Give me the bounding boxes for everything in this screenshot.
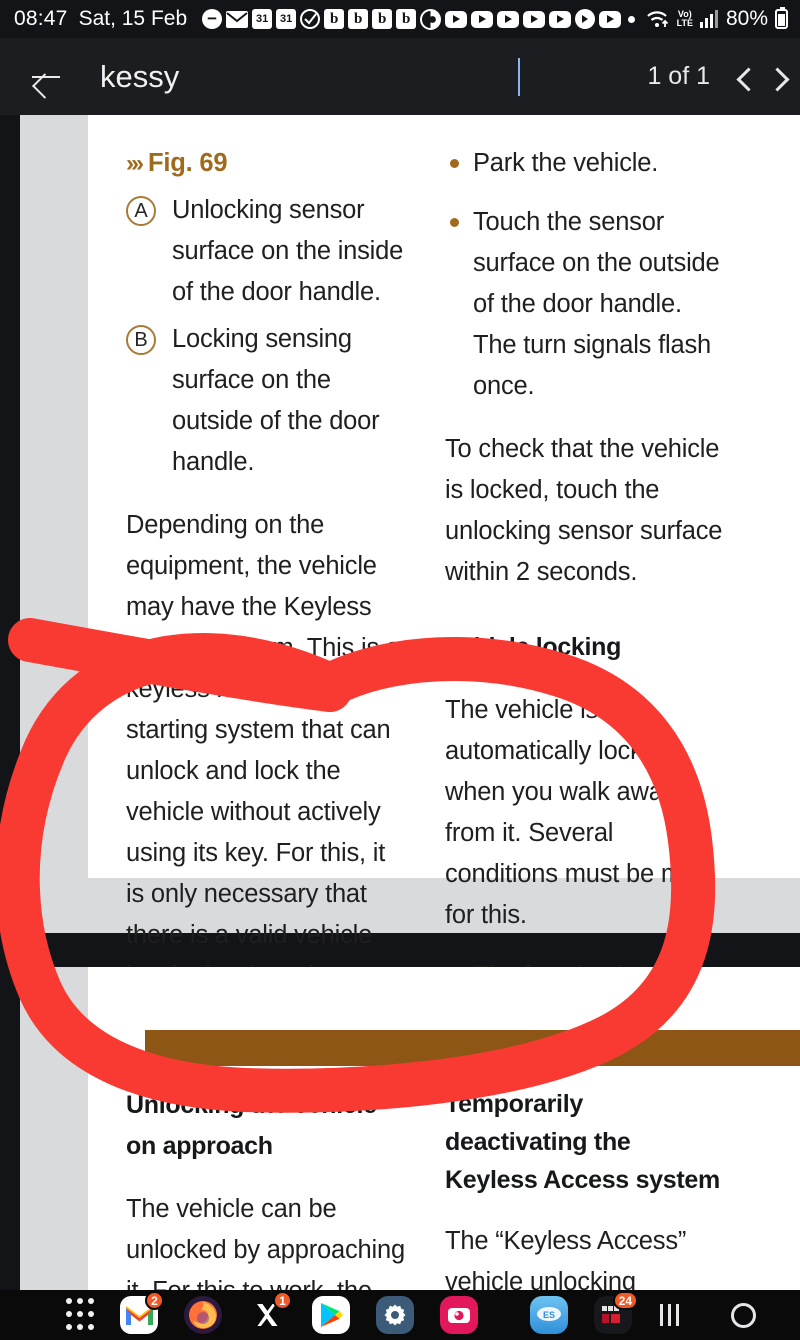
status-bar: 08:47 Sat, 15 Feb − 31 31 b b b b Vo) LT… xyxy=(0,0,800,38)
legend-item-b: B Locking sensing surface on the outside… xyxy=(126,319,405,483)
bbc-b-icon: b xyxy=(396,9,417,29)
paragraph-temp-deactivate: The “Keyless Access” vehicle unlocking f… xyxy=(445,1227,687,1290)
dot-icon xyxy=(628,15,636,23)
next-match-button[interactable] xyxy=(768,68,800,86)
svg-text:ES: ES xyxy=(543,1310,555,1320)
youtube-icon xyxy=(497,10,520,28)
x-twitter-icon[interactable]: 1 xyxy=(248,1291,292,1334)
paragraph-auto-lock: The vehicle is automatically locked when… xyxy=(445,696,703,929)
wifi-icon xyxy=(646,9,670,29)
status-notification-icons: − 31 31 b b b b xyxy=(202,8,638,30)
spotify-icon xyxy=(420,8,442,30)
page-header-bar xyxy=(145,1030,800,1066)
heading-line-1: Temporarily deactivating the Keyless Acc… xyxy=(445,1090,631,1194)
play-store-icon[interactable] xyxy=(312,1296,350,1334)
heading-line-2: system xyxy=(635,1166,721,1194)
back-key[interactable] xyxy=(780,1290,800,1340)
bbc-b-icon: b xyxy=(348,9,369,29)
gmail-icon[interactable]: 2 xyxy=(120,1291,164,1334)
status-date: Sat, 15 Feb xyxy=(78,7,188,30)
youtube-icon xyxy=(523,10,546,28)
gmail-badge: 2 xyxy=(145,1291,164,1310)
heading-unlocking-on-approach: Unlocking the vehicle on approach xyxy=(126,1091,377,1160)
youtube-icon xyxy=(445,10,468,28)
navigation-dock: 2 1 ES 24 xyxy=(0,1290,800,1340)
legend-marker-b: B xyxy=(126,325,156,355)
camera-icon[interactable] xyxy=(440,1296,478,1334)
calendar-31-icon: 31 xyxy=(276,9,297,29)
status-clock: 08:47 xyxy=(14,7,68,30)
page2-right-column: Temporarily deactivating the Keyless Acc… xyxy=(445,1085,742,1290)
heading-temporarily-deactivating: Temporarily deactivating the Keyless Acc… xyxy=(445,1085,724,1199)
legend-item-a: A Unlocking sensor surface on the inside… xyxy=(126,190,405,313)
heading-vehicle-locking: Vehicle locking xyxy=(445,633,622,661)
system-nav-keys xyxy=(632,1290,800,1340)
settings-icon[interactable] xyxy=(376,1296,414,1334)
document-page-1: ››› Fig. 69 A Unlocking sensor surface on… xyxy=(20,115,800,1290)
bbc-b-icon: b xyxy=(372,9,393,29)
figure-label: Fig. 69 xyxy=(147,149,228,177)
status-bar-left: 08:47 Sat, 15 Feb xyxy=(14,7,187,31)
bbc-badge: 24 xyxy=(612,1291,638,1310)
es-file-explorer-icon[interactable]: ES xyxy=(530,1296,568,1334)
status-bar-right: Vo) LTE 80% xyxy=(646,7,788,31)
bbc-news-icon[interactable]: 24 xyxy=(594,1291,638,1334)
list-item: Touch the sensor surface on the outside … xyxy=(445,202,724,407)
bbc-b-icon: b xyxy=(324,9,345,29)
search-field-wrapper[interactable] xyxy=(100,57,647,96)
list-item: Park the vehicle. xyxy=(445,143,724,184)
search-toolbar: 1 of 1 xyxy=(0,38,800,115)
back-button[interactable] xyxy=(30,60,64,94)
volte-icon: Vo) LTE xyxy=(676,9,693,28)
youtube-icon xyxy=(549,10,572,28)
apps-grid-icon[interactable] xyxy=(66,1298,94,1332)
legend-text-b: Locking sensing surface on the outside o… xyxy=(172,325,380,476)
document-page-2: Unlocking the vehicle on approach The ve… xyxy=(20,967,800,1290)
legend-marker-a: A xyxy=(126,196,156,226)
text-caret xyxy=(518,57,520,96)
paragraph-check-locked: To check that the vehicle is locked, tou… xyxy=(445,435,723,586)
check-circle-icon xyxy=(300,9,321,29)
previous-match-button[interactable] xyxy=(736,68,768,86)
battery-percent-label: 80% xyxy=(725,7,768,30)
fig-arrows-icon: ››› xyxy=(126,150,144,177)
calendar-31-icon: 31 xyxy=(252,9,273,29)
search-input[interactable] xyxy=(100,58,520,95)
battery-icon xyxy=(775,7,788,29)
home-key[interactable] xyxy=(706,1290,780,1340)
youtube-icon xyxy=(599,10,622,28)
legend-text-a: Unlocking sensor surface on the inside o… xyxy=(172,196,404,306)
document-viewport[interactable]: ››› Fig. 69 A Unlocking sensor surface on… xyxy=(0,115,800,1290)
match-count-label: 1 of 1 xyxy=(647,62,710,90)
page-1-content: ››› Fig. 69 A Unlocking sensor surface on… xyxy=(88,115,800,1290)
mail-icon xyxy=(226,10,249,28)
recents-key[interactable] xyxy=(632,1290,706,1340)
page2-left-column: Unlocking the vehicle on approach The ve… xyxy=(126,1085,423,1290)
firefox-icon[interactable] xyxy=(184,1296,222,1334)
figure-reference: ››› Fig. 69 xyxy=(126,143,405,184)
paragraph-approach-unlock: The vehicle can be unlocked by approachi… xyxy=(126,1195,405,1290)
youtube-music-icon xyxy=(575,9,596,29)
signal-icon xyxy=(699,10,719,28)
x-badge: 1 xyxy=(273,1291,292,1310)
do-not-disturb-icon: − xyxy=(202,9,223,29)
youtube-icon xyxy=(471,10,494,28)
